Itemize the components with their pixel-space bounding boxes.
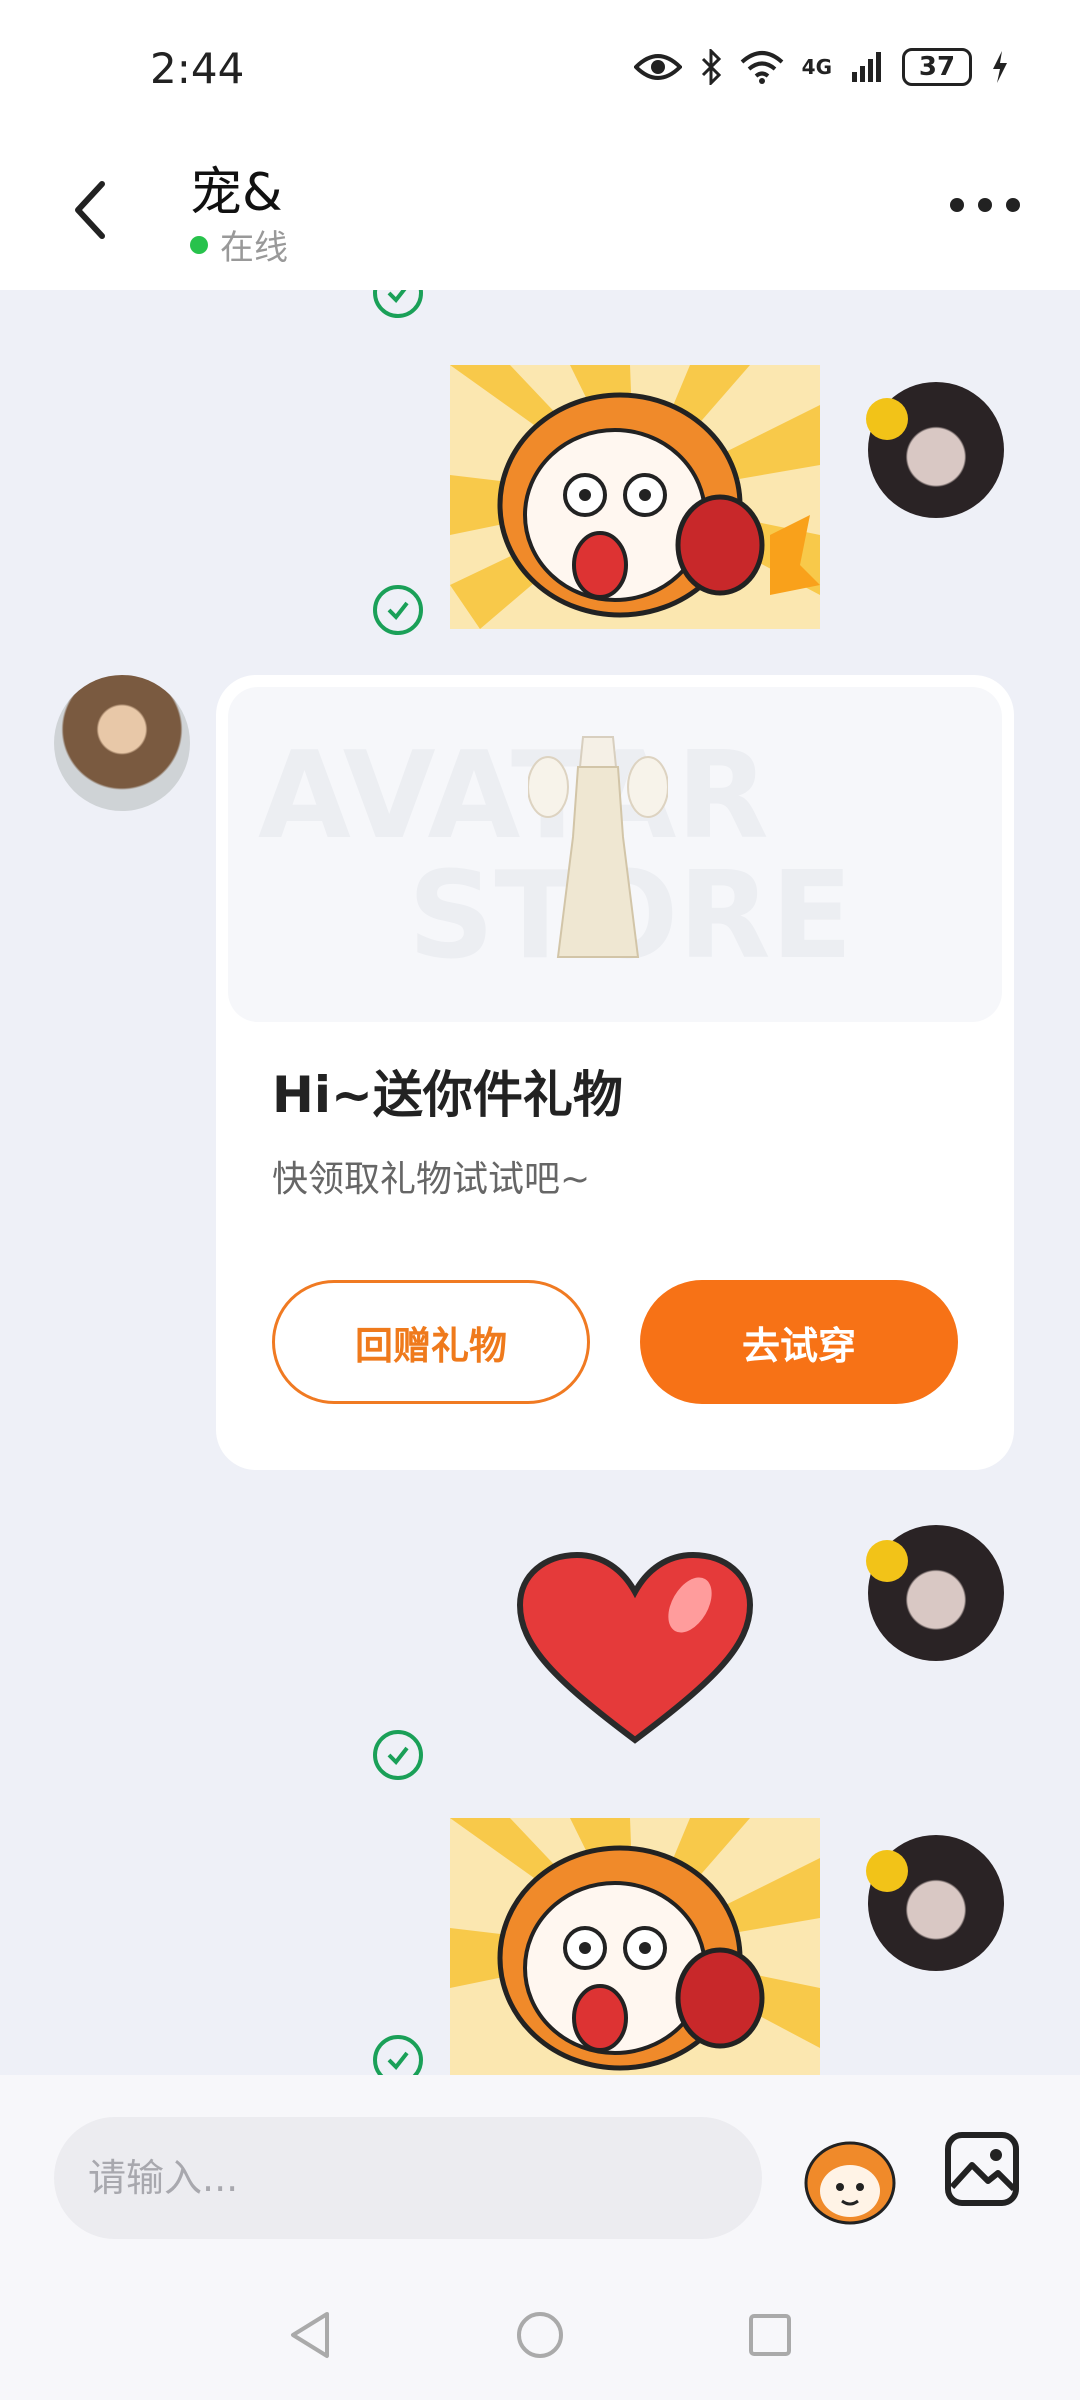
heart-sticker-message[interactable] [515, 1550, 755, 1750]
online-status: 在线 [190, 220, 288, 269]
chat-header: 宠& 在线 [0, 130, 1080, 290]
gift-banner: AVATAR STORE [228, 687, 1002, 1022]
dot-icon [950, 198, 964, 212]
read-check-icon [373, 290, 423, 318]
battery-level: 37 [918, 52, 956, 82]
sunglasses-emoji-badge [866, 1540, 908, 1582]
circle-home-icon [517, 2312, 563, 2358]
sticker-picker-icon[interactable] [800, 2131, 900, 2231]
read-check-icon [373, 585, 423, 635]
contact-name[interactable]: 宠& [190, 150, 283, 225]
read-check-icon [373, 2035, 423, 2075]
gift-subtitle: 快领取礼物试试吧~ [272, 1159, 591, 1200]
dot-icon [1006, 198, 1020, 212]
dot-icon [978, 198, 992, 212]
dress-gift-image [528, 736, 668, 958]
gift-title: Hi~送你件礼物 [272, 1066, 623, 1124]
message-input-bar [0, 2075, 1080, 2265]
charging-icon [993, 51, 1007, 83]
read-check-icon [373, 1730, 423, 1780]
surprised-character-sticker [450, 365, 820, 629]
system-nav-bar [0, 2265, 1080, 2400]
back-button[interactable] [60, 175, 120, 245]
nav-back-button[interactable] [280, 2305, 340, 2365]
return-gift-button[interactable]: 回赠礼物 [272, 1280, 590, 1404]
status-icons: 4G 37 [633, 48, 1010, 86]
contact-avatar[interactable] [54, 675, 190, 811]
message-input[interactable] [54, 2117, 762, 2239]
status-bar: 2:44 4G 37 [0, 0, 1080, 130]
chat-message-list[interactable]: AVATAR STORE Hi~送你件礼物 快领取礼物试试吧~ 回赠礼物 去试穿 [0, 290, 1080, 2075]
surprised-character-sticker [450, 1818, 820, 2075]
try-on-button[interactable]: 去试穿 [640, 1280, 958, 1404]
back-arrow-icon [75, 181, 105, 239]
online-status-text: 在线 [220, 228, 288, 268]
wifi-icon [740, 51, 783, 84]
online-dot-icon [190, 235, 208, 254]
battery-icon: 37 [902, 48, 972, 86]
more-options-button[interactable] [950, 190, 1020, 220]
gift-card-message[interactable]: AVATAR STORE Hi~送你件礼物 快领取礼物试试吧~ 回赠礼物 去试穿 [216, 675, 1014, 1470]
sent-sticker-message[interactable] [450, 365, 820, 629]
signal-icon [852, 52, 881, 82]
triangle-back-icon [291, 2312, 329, 2358]
square-recents-icon [749, 2314, 791, 2356]
sent-sticker-message[interactable] [450, 1818, 820, 2075]
sunglasses-emoji-badge [866, 398, 908, 440]
image-picker-icon[interactable] [944, 2131, 1020, 2207]
bluetooth-icon [701, 49, 721, 85]
nav-home-button[interactable] [510, 2305, 570, 2365]
status-time: 2:44 [150, 44, 245, 93]
banner-watermark: AVATAR [258, 727, 769, 866]
sunglasses-emoji-badge [866, 1850, 908, 1892]
eye-icon [633, 54, 682, 80]
network-label: 4G [801, 55, 832, 79]
nav-recents-button[interactable] [740, 2305, 800, 2365]
